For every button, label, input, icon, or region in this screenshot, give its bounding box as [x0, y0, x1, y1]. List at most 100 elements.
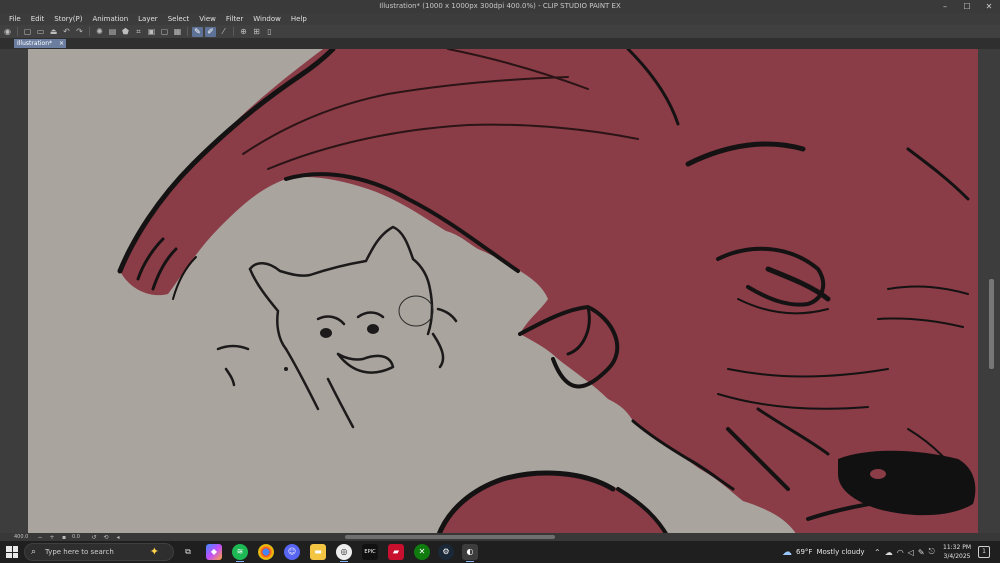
line-icon[interactable]: ⁄ — [218, 27, 229, 37]
canvas-stage — [0, 49, 1000, 537]
taskbar-clock[interactable]: 11:32 PM 3/4/2025 — [940, 543, 974, 561]
sparkle-icon: ✦ — [149, 545, 159, 558]
cat-eye-right — [367, 324, 379, 334]
cloud-sync-icon[interactable]: ☁ — [885, 548, 893, 557]
toolbar-divider — [17, 27, 18, 36]
rotation-value[interactable]: 0.0 — [72, 534, 86, 540]
new-file-icon[interactable]: ▢ — [22, 27, 33, 37]
loading-icon[interactable]: ✺ — [94, 27, 105, 37]
tab-illustration[interactable]: Illustration* × — [14, 39, 66, 48]
window-controls: – ☐ ✕ — [934, 0, 1000, 13]
nose-highlight — [870, 469, 886, 479]
weather-text: Mostly cloudy — [816, 548, 865, 556]
clock-date: 3/4/2025 — [943, 553, 971, 560]
minimize-button[interactable]: – — [934, 0, 956, 13]
chrome-icon[interactable] — [258, 544, 274, 560]
document-tab-bar: Illustration* × — [0, 38, 1000, 49]
toolbar-divider — [233, 27, 234, 36]
system-tray: ⌃ ☁ ◠ ◁ ✎ ⎋ — [874, 544, 935, 560]
notification-count: 1 — [982, 548, 986, 555]
right-panel-strip — [978, 49, 1000, 537]
zoom-in-icon[interactable]: + — [48, 534, 56, 541]
menu-story[interactable]: Story(P) — [49, 13, 87, 25]
menu-help[interactable]: Help — [286, 13, 312, 25]
windows-taskbar: ⌕ Type here to search ✦ ⧉ ◆ ≋ ☺ ▬ ◎ EPIC… — [0, 541, 1000, 563]
zoom-value[interactable]: 400.0 — [14, 534, 32, 540]
network-icon[interactable]: ⎋ — [929, 547, 935, 557]
xbox-icon[interactable]: ✕ — [414, 544, 430, 560]
canvas-status-bar: 400.0 − + ▪ 0.0 ↺ ⟲ ◂ — [0, 533, 1000, 541]
menu-file[interactable]: File — [4, 13, 26, 25]
redo-icon[interactable]: ↷ — [74, 27, 85, 37]
window-title: Illustration* (1000 x 1000px 300dpi 400.… — [379, 2, 621, 10]
cat-mark — [284, 367, 288, 371]
tab-close-icon[interactable]: × — [59, 39, 64, 48]
weather-widget[interactable]: ☁ 69°F Mostly cloudy — [782, 544, 865, 560]
ruler-icon[interactable]: ⊞ — [251, 27, 262, 37]
taskbar-search[interactable]: ⌕ Type here to search ✦ — [24, 543, 174, 561]
clip-studio-window: Illustration* (1000 x 1000px 300dpi 400.… — [0, 0, 1000, 563]
fill-selection-icon[interactable]: ▣ — [146, 27, 157, 37]
red-app-icon[interactable]: ▰ — [388, 544, 404, 560]
copilot-icon[interactable]: ◆ — [206, 544, 222, 560]
search-icon: ⌕ — [31, 547, 37, 557]
menu-window[interactable]: Window — [248, 13, 286, 25]
menu-filter[interactable]: Filter — [221, 13, 248, 25]
chevron-up-icon[interactable]: ⌃ — [874, 548, 881, 557]
menu-animation[interactable]: Animation — [87, 13, 133, 25]
undo-icon[interactable]: ↶ — [61, 27, 72, 37]
command-bar: ◉ ▢ ▭ ⏏ ↶ ↷ ✺ ▤ ⬟ ⌗ ▣ ▢ ▦ ✎ ✐ ⁄ ⊕ ⊞ ▯ — [0, 25, 1000, 38]
app-menu-icon[interactable]: ◉ — [2, 27, 13, 37]
discord-icon[interactable]: ☺ — [284, 544, 300, 560]
fill-icon[interactable]: ▤ — [107, 27, 118, 37]
cloud-icon: ☁ — [782, 546, 792, 558]
search-placeholder: Type here to search — [45, 548, 114, 556]
steam-icon[interactable]: ⚙ — [438, 544, 454, 560]
wifi-icon[interactable]: ◠ — [897, 548, 904, 557]
transform-icon[interactable]: ⬟ — [120, 27, 131, 37]
notification-icon[interactable]: 1 — [978, 546, 990, 558]
pen-icon[interactable]: ✎ — [918, 548, 925, 557]
title-bar: Illustration* (1000 x 1000px 300dpi 400.… — [0, 0, 1000, 13]
device-icon[interactable]: ▯ — [264, 27, 275, 37]
clear-icon[interactable]: ⌗ — [133, 27, 144, 37]
menu-layer[interactable]: Layer — [133, 13, 163, 25]
save-file-icon[interactable]: ⏏ — [48, 27, 59, 37]
file-explorer-icon[interactable]: ▬ — [310, 544, 326, 560]
horizontal-scrollbar[interactable] — [345, 535, 555, 539]
tab-label: Illustration* — [17, 40, 53, 47]
toolbar-divider — [89, 27, 90, 36]
crop-icon[interactable]: ▦ — [172, 27, 183, 37]
artwork — [28, 49, 978, 537]
weather-temp: 69°F — [796, 548, 813, 556]
volume-icon[interactable]: ◁ — [908, 548, 914, 557]
task-view-icon[interactable]: ⧉ — [180, 544, 196, 560]
drawing-canvas[interactable] — [28, 49, 978, 537]
epic-games-icon[interactable]: EPIC — [362, 544, 378, 560]
toolbar-divider — [187, 27, 188, 36]
spotify-icon[interactable]: ≋ — [232, 544, 248, 562]
menu-view[interactable]: View — [194, 13, 221, 25]
flip-icon[interactable]: ◂ — [114, 534, 122, 541]
vertical-scrollbar[interactable] — [989, 279, 994, 369]
clip-studio-active-icon[interactable]: ◐ — [462, 544, 478, 562]
zoom-out-icon[interactable]: − — [36, 534, 44, 541]
menu-bar: File Edit Story(P) Animation Layer Selec… — [0, 13, 1000, 25]
left-panel-strip — [0, 49, 28, 537]
start-button[interactable] — [6, 546, 18, 558]
cat-eye-left — [320, 328, 332, 338]
clip-studio-icon[interactable]: ◎ — [336, 544, 352, 562]
cut-icon[interactable]: ▢ — [159, 27, 170, 37]
rotate-reset-icon[interactable]: ⟲ — [102, 534, 110, 541]
maximize-button[interactable]: ☐ — [956, 0, 978, 13]
menu-edit[interactable]: Edit — [26, 13, 50, 25]
menu-select[interactable]: Select — [163, 13, 195, 25]
fit-icon[interactable]: ▪ — [60, 534, 68, 541]
pen-active-2-icon[interactable]: ✐ — [205, 26, 216, 37]
open-file-icon[interactable]: ▭ — [35, 27, 46, 37]
snap-icon[interactable]: ⊕ — [238, 27, 249, 37]
pen-active-icon[interactable]: ✎ — [192, 26, 203, 37]
clock-time: 11:32 PM — [943, 544, 971, 551]
close-button[interactable]: ✕ — [978, 0, 1000, 13]
rotate-left-icon[interactable]: ↺ — [90, 534, 98, 541]
